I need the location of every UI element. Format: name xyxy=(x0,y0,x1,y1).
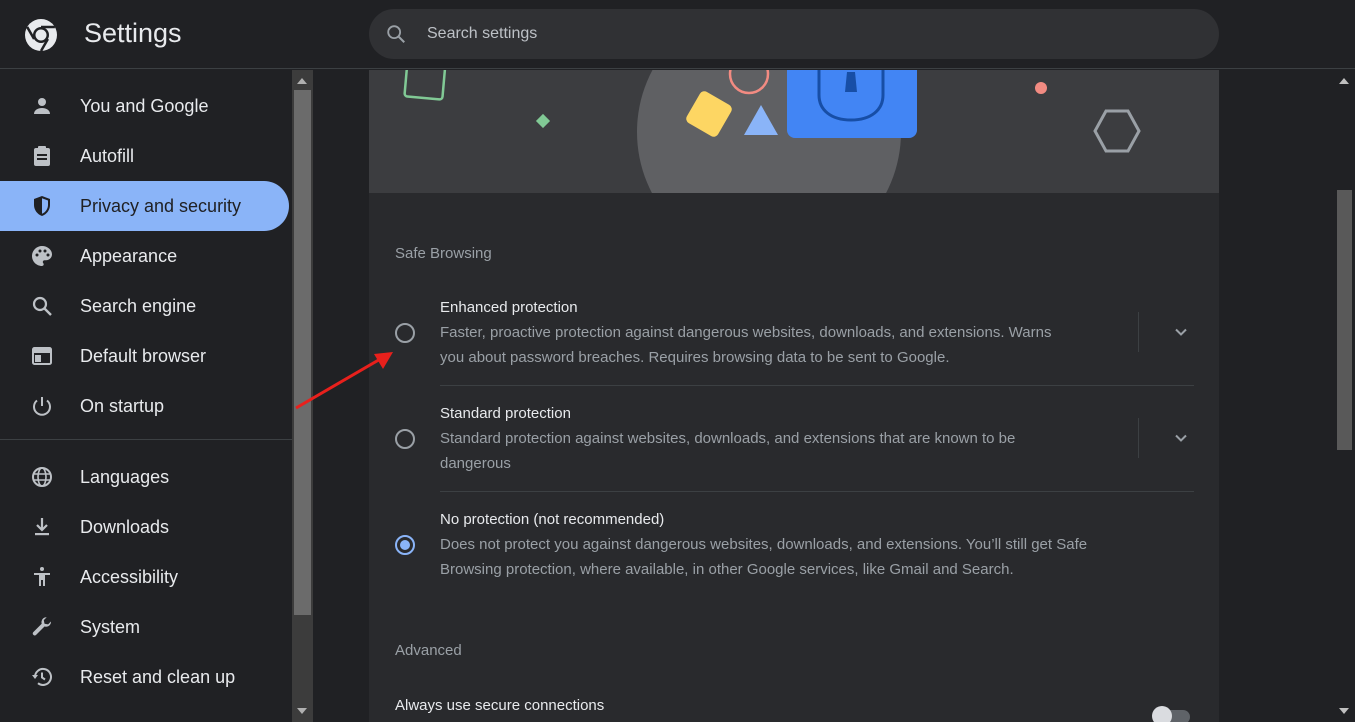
sidebar-item-autofill[interactable]: Autofill xyxy=(0,131,289,181)
option-description-line: Does not protect you against dangerous w… xyxy=(440,536,1088,553)
shield-icon xyxy=(34,196,50,216)
person-icon xyxy=(34,98,50,114)
option-description-line: Standard protection against websites, do… xyxy=(440,430,1016,447)
restore-icon xyxy=(32,668,52,686)
standard-protection-radio[interactable] xyxy=(395,429,415,449)
sidebar-item-label: Downloads xyxy=(80,517,170,537)
sidebar-item-on-startup[interactable]: On startup xyxy=(0,381,289,431)
scroll-up-arrow-icon[interactable] xyxy=(297,78,307,84)
safe-browsing-heading: Safe Browsing xyxy=(395,245,492,262)
scroll-down-arrow-icon[interactable] xyxy=(1339,708,1349,714)
option-description: Does not protect you against dangerous w… xyxy=(440,532,1200,582)
sidebar-scrollbar[interactable] xyxy=(292,70,313,722)
page-title: Settings xyxy=(84,18,182,48)
option-title: Enhanced protection xyxy=(440,299,578,316)
enhanced-protection-radio[interactable] xyxy=(395,323,415,343)
sidebar-divider xyxy=(0,439,292,440)
clipboard-icon xyxy=(34,146,50,166)
sidebar-item-appearance[interactable]: Appearance xyxy=(0,231,289,281)
chevron-down-icon[interactable] xyxy=(1171,428,1191,448)
secure-connections-toggle[interactable] xyxy=(1152,706,1192,722)
wrench-icon xyxy=(32,617,52,636)
palette-icon xyxy=(32,246,52,266)
accessibility-icon xyxy=(34,567,50,586)
sidebar-item-label: Reset and clean up xyxy=(80,667,236,687)
option-description-line: dangerous xyxy=(440,455,511,472)
option-description: Standard protection against websites, do… xyxy=(440,426,1130,476)
chrome-logo-icon xyxy=(25,19,57,52)
advanced-heading: Advanced xyxy=(395,642,462,659)
sidebar-item-accessibility[interactable]: Accessibility xyxy=(0,552,289,602)
download-icon xyxy=(35,518,49,536)
no-protection-radio[interactable] xyxy=(395,535,415,555)
sidebar-item-label: On startup xyxy=(80,396,165,416)
secure-connections-label: Always use secure connections xyxy=(395,697,605,714)
sidebar-item-privacy-and-security[interactable]: Privacy and security xyxy=(0,181,289,231)
sidebar-item-label: You and Google xyxy=(80,96,209,116)
sidebar-item-search-engine[interactable]: Search engine xyxy=(0,281,289,331)
globe-icon xyxy=(32,467,52,487)
search-icon xyxy=(32,296,52,316)
sidebar-item-label: Appearance xyxy=(80,246,178,266)
top-header: Settings xyxy=(0,0,1355,69)
chevron-down-icon[interactable] xyxy=(1171,322,1191,342)
sidebar-item-label: Default browser xyxy=(80,346,207,366)
scroll-down-arrow-icon[interactable] xyxy=(297,708,307,714)
sidebar-item-label: System xyxy=(80,617,141,637)
search-bar[interactable] xyxy=(369,9,1219,59)
sidebar-item-default-browser[interactable]: Default browser xyxy=(0,331,289,381)
option-separator xyxy=(1138,312,1139,352)
scroll-up-arrow-icon[interactable] xyxy=(1339,78,1349,84)
option-separator xyxy=(1138,418,1139,458)
sidebar: You and Google Autofill Privacy and secu… xyxy=(0,70,292,722)
sidebar-item-label: Autofill xyxy=(80,146,135,166)
main-scrollbar[interactable] xyxy=(1334,70,1355,722)
main-scrollbar-thumb[interactable] xyxy=(1337,190,1352,450)
safe-browsing-illustration xyxy=(369,70,1219,193)
sidebar-item-reset-and-clean-up[interactable]: Reset and clean up xyxy=(0,652,289,702)
option-description: Faster, proactive protection against dan… xyxy=(440,320,1130,370)
row-divider xyxy=(440,491,1194,492)
sidebar-scrollbar-thumb[interactable] xyxy=(294,90,311,615)
browser-window-icon xyxy=(32,347,52,365)
toggle-knob xyxy=(1152,706,1172,722)
power-icon xyxy=(33,397,51,416)
sidebar-item-label: Search engine xyxy=(80,296,197,316)
search-input[interactable] xyxy=(427,9,1187,59)
sidebar-item-label: Languages xyxy=(80,467,170,487)
sidebar-item-you-and-google[interactable]: You and Google xyxy=(0,81,289,131)
search-icon xyxy=(387,25,405,43)
sidebar-item-languages[interactable]: Languages xyxy=(0,452,289,502)
option-title: No protection (not recommended) xyxy=(440,511,665,528)
sidebar-item-system[interactable]: System xyxy=(0,602,289,652)
row-divider xyxy=(440,385,1194,386)
option-description-line: Faster, proactive protection against dan… xyxy=(440,324,1052,341)
safe-browsing-card: Safe Browsing Enhanced protection Faster… xyxy=(369,70,1219,722)
sidebar-item-label: Accessibility xyxy=(80,567,179,587)
option-title: Standard protection xyxy=(440,405,571,422)
sidebar-item-downloads[interactable]: Downloads xyxy=(0,502,289,552)
main-content: Safe Browsing Enhanced protection Faster… xyxy=(313,70,1334,722)
option-description-line: Browsing protection, where available, in… xyxy=(440,561,1014,578)
sidebar-item-label: Privacy and security xyxy=(80,196,242,216)
option-description-line: you about password breaches. Requires br… xyxy=(440,349,950,366)
